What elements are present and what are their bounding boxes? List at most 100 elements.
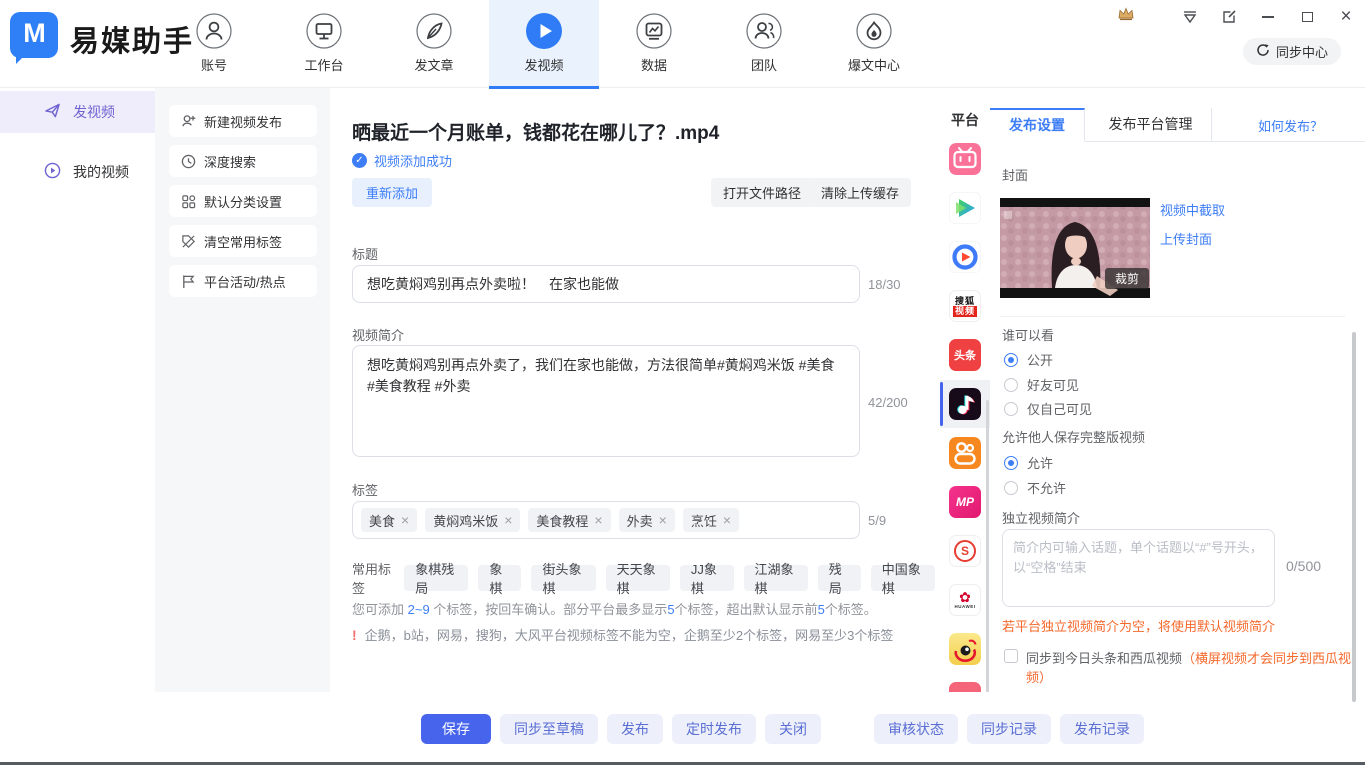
clear-common-tags-button[interactable]: 清空常用标签 [169, 225, 317, 257]
platform-icon-sogou[interactable]: S [949, 535, 981, 567]
radio-allow-save[interactable]: 允许 [1004, 453, 1053, 472]
tag-remove-icon[interactable]: × [723, 512, 731, 528]
tag-remove-icon[interactable]: × [659, 512, 667, 528]
common-tag[interactable]: 江湖象棋 [744, 565, 808, 591]
checkbox-icon [1004, 649, 1018, 663]
how-to-publish-link[interactable]: 如何发布？ [1258, 116, 1323, 135]
deep-search-button[interactable]: 深度搜索 [169, 145, 317, 177]
platform-icon-douyin[interactable] [949, 388, 981, 420]
clear-upload-cache-button[interactable]: 清除上传缓存 [809, 178, 911, 207]
radio-icon [1004, 481, 1018, 495]
radio-label: 好友可见 [1027, 375, 1079, 394]
nav-item-publish-video[interactable]: 发视频 [489, 0, 599, 88]
nav-item-hot-center[interactable]: 爆文中心 [819, 0, 929, 88]
nav-item-data[interactable]: 数据 [599, 0, 709, 88]
tag-remove-icon[interactable]: × [401, 512, 409, 528]
platform-icon-toutiao[interactable]: 头条 [949, 339, 981, 371]
common-tag[interactable]: 残局 [818, 565, 861, 591]
upload-cover-link[interactable]: 上传封面 [1160, 229, 1212, 248]
radio-icon [1004, 378, 1018, 392]
tab-platform-management[interactable]: 发布平台管理 [1089, 108, 1212, 142]
nav-item-publish-article[interactable]: 发文章 [379, 0, 489, 88]
independent-desc-textarea[interactable] [1002, 529, 1275, 607]
platform-icon-weibo[interactable] [949, 633, 981, 665]
flag-icon [181, 274, 196, 289]
nav-item-workbench[interactable]: 工作台 [269, 0, 379, 88]
upload-status: ✓ 视频添加成功 [352, 151, 452, 170]
common-tag[interactable]: 街头象棋 [531, 565, 595, 591]
description-textarea[interactable]: 想吃黄焖鸡别再点外卖了，我们在家也能做，方法很简单#黄焖鸡米饭 #美食 #美食教… [352, 345, 860, 457]
platform-icon-sohu-video[interactable]: 搜狐 视频 [949, 290, 981, 322]
nav-item-team[interactable]: 团队 [709, 0, 819, 88]
flame-icon [856, 13, 892, 49]
membership-crown-icon[interactable] [1117, 6, 1135, 26]
capture-from-video-link[interactable]: 视频中截取 [1160, 200, 1225, 219]
tag-remove-icon[interactable]: × [504, 512, 512, 528]
sidebar-item-publish-video[interactable]: 发视频 [0, 91, 155, 133]
common-tag[interactable]: 中国象棋 [871, 565, 935, 591]
cover-thumbnail[interactable]: 裁剪 [1000, 198, 1150, 298]
crop-button[interactable]: 裁剪 [1105, 268, 1149, 289]
title-input[interactable] [352, 265, 860, 303]
footer-primary-actions: 保存 同步至草稿 发布 定时发布 关闭 [421, 714, 821, 744]
tag-remove-icon[interactable]: × [594, 512, 602, 528]
minimize-to-tray-icon[interactable] [1181, 8, 1199, 26]
tag-chip: 烹饪 × [683, 508, 739, 532]
screenshot-icon[interactable] [1220, 8, 1238, 26]
platform-icon-bilibili[interactable] [949, 143, 981, 175]
tags-input[interactable]: 美食× 黄焖鸡米饭× 美食教程× 外卖× 烹饪× [352, 501, 860, 539]
action-label: 默认分类设置 [204, 192, 282, 211]
tag-text: 美食 [369, 511, 395, 530]
section-divider [1000, 316, 1345, 317]
cover-label: 封面 [1002, 165, 1028, 184]
save-button[interactable]: 保存 [421, 714, 491, 744]
tab-publish-settings[interactable]: 发布设置 [990, 108, 1085, 142]
tag-text: 烹饪 [691, 511, 717, 530]
settings-panel-scrollbar[interactable] [1352, 332, 1356, 702]
sync-record-button[interactable]: 同步记录 [967, 714, 1051, 744]
radio-friends-only[interactable]: 好友可见 [1004, 375, 1079, 394]
close-icon[interactable]: × [1337, 8, 1355, 26]
default-category-settings-button[interactable]: 默认分类设置 [169, 185, 317, 217]
close-button[interactable]: 关闭 [765, 714, 821, 744]
radio-private[interactable]: 仅自己可见 [1004, 399, 1092, 418]
platform-rail-scrollbar[interactable] [986, 400, 989, 700]
sync-toutiao-checkbox[interactable]: 同步到今日头条和西瓜视频（横屏视频才会同步到西瓜视频） [1004, 648, 1354, 686]
common-tag[interactable]: 象棋 [478, 565, 521, 591]
common-tag[interactable]: 象棋残局 [404, 565, 468, 591]
add-user-icon [181, 114, 196, 129]
publish-button[interactable]: 发布 [607, 714, 663, 744]
tag-chip: 美食教程× [528, 508, 610, 532]
sidebar-item-my-videos[interactable]: 我的视频 [0, 151, 155, 193]
tag-chip: 黄焖鸡米饭× [425, 508, 520, 532]
review-status-button[interactable]: 审核状态 [874, 714, 958, 744]
platform-icon-haokan-video[interactable] [949, 241, 981, 273]
minimize-icon[interactable] [1259, 8, 1277, 26]
maximize-icon[interactable] [1298, 8, 1316, 26]
footer-record-actions: 审核状态 同步记录 发布记录 [874, 714, 1144, 744]
platform-activity-button[interactable]: 平台活动/热点 [169, 265, 317, 297]
sync-to-draft-button[interactable]: 同步至草稿 [500, 714, 598, 744]
schedule-publish-button[interactable]: 定时发布 [672, 714, 756, 744]
nav-label: 发文章 [414, 55, 453, 74]
common-tag[interactable]: 天天象棋 [606, 565, 670, 591]
sync-center-button[interactable]: 同步中心 [1243, 38, 1341, 65]
visibility-label: 谁可以看 [1002, 325, 1054, 344]
status-text: 视频添加成功 [374, 151, 452, 170]
publish-record-button[interactable]: 发布记录 [1060, 714, 1144, 744]
independent-desc-label: 独立视频简介 [1002, 508, 1080, 527]
new-video-publish-button[interactable]: 新建视频发布 [169, 105, 317, 137]
radio-public[interactable]: 公开 [1004, 350, 1053, 369]
nav-label: 爆文中心 [848, 55, 900, 74]
platform-icon-kuaishou[interactable] [949, 437, 981, 469]
nav-item-account[interactable]: 账号 [159, 0, 269, 88]
readd-video-button[interactable]: 重新添加 [352, 178, 432, 207]
platform-icon-meipai[interactable]: MP [949, 486, 981, 518]
open-file-path-button[interactable]: 打开文件路径 [711, 178, 813, 207]
huawei-glyph: HUAWEI [955, 604, 976, 609]
common-tag[interactable]: JJ象棋 [680, 565, 734, 591]
platform-icon-tencent-video[interactable] [949, 192, 981, 224]
platform-icon-huawei[interactable]: ✿ HUAWEI [949, 584, 981, 616]
radio-disallow-save[interactable]: 不允许 [1004, 478, 1066, 497]
tags-label: 标签 [352, 480, 378, 499]
